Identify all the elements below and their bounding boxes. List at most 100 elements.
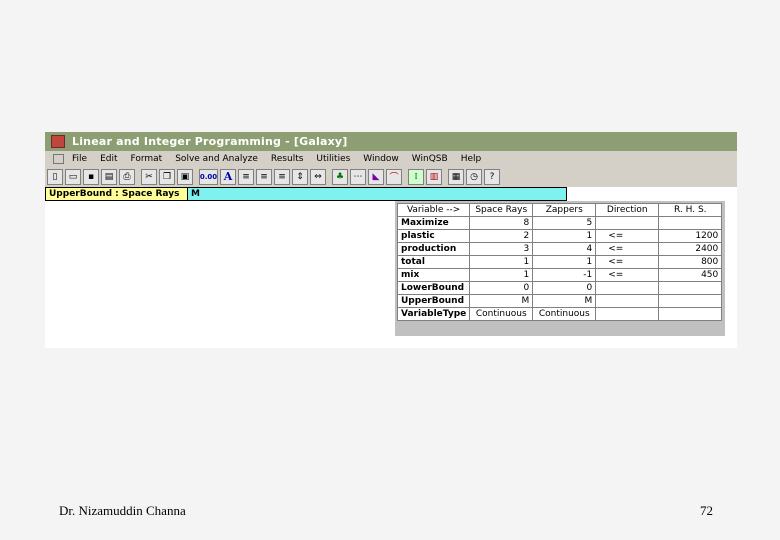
table-row: plastic 2 1 <= 1200 — [396, 229, 723, 243]
align-right-icon[interactable]: ≡ — [274, 168, 290, 185]
formula-bar: UpperBound : Space Rays M — [45, 187, 567, 201]
model-spreadsheet: Variable --> Space Rays Zappers Directio… — [395, 201, 725, 336]
cell-rhs[interactable] — [658, 216, 723, 230]
cut-icon[interactable]: ✂ — [141, 168, 157, 185]
cell-rhs[interactable] — [658, 307, 723, 321]
cell-space-rays[interactable]: 1 — [469, 255, 534, 269]
row-label: plastic — [396, 229, 471, 243]
table-row: mix 1 -1 <= 450 — [396, 268, 723, 282]
column-width-icon[interactable]: ⇔ — [310, 168, 326, 185]
table-row: VariableType Continuous Continuous — [396, 307, 723, 321]
row-height-icon[interactable]: ⇕ — [292, 168, 308, 185]
cell-direction[interactable]: <= — [595, 242, 660, 256]
row-label: VariableType — [396, 307, 471, 321]
new-file-icon[interactable]: ▯ — [47, 168, 63, 185]
cell-space-rays[interactable]: 8 — [469, 216, 534, 230]
menu-utilities[interactable]: Utilities — [316, 154, 350, 164]
menu-solve-and-analyze[interactable]: Solve and Analyze — [175, 154, 258, 164]
menu-bar: File Edit Format Solve and Analyze Resul… — [45, 151, 737, 166]
table-row: LowerBound 0 0 — [396, 281, 723, 295]
row-label: total — [396, 255, 471, 269]
table-row: production 3 4 <= 2400 — [396, 242, 723, 256]
cell-zappers[interactable]: 1 — [532, 255, 597, 269]
header-rhs: R. H. S. — [658, 203, 723, 217]
calculator-icon[interactable]: ▦ — [448, 168, 464, 185]
cell-zappers[interactable]: M — [532, 294, 597, 308]
graph-method-icon[interactable]: ◣ — [368, 168, 384, 185]
cell-direction[interactable] — [595, 294, 660, 308]
parametric-analysis-icon[interactable]: ⌒ — [386, 168, 402, 185]
cell-zappers[interactable]: 1 — [532, 229, 597, 243]
menu-winqsb[interactable]: WinQSB — [412, 154, 448, 164]
row-label: production — [396, 242, 471, 256]
cell-rhs[interactable]: 800 — [658, 255, 723, 269]
cell-direction[interactable] — [595, 281, 660, 295]
cell-space-rays[interactable]: Continuous — [469, 307, 534, 321]
help-icon[interactable]: ? — [484, 168, 500, 185]
document-icon[interactable] — [53, 153, 64, 164]
menu-help[interactable]: Help — [461, 154, 482, 164]
menu-window[interactable]: Window — [363, 154, 399, 164]
cell-direction[interactable] — [595, 216, 660, 230]
cell-zappers[interactable]: 5 — [532, 216, 597, 230]
cell-zappers[interactable]: 0 — [532, 281, 597, 295]
row-label: LowerBound — [396, 281, 471, 295]
toolbar: ▯ ▭ ▪ ▤ ⎙ ✂ ❐ ▣ 0.00 A ≡ ≡ ≡ ⇕ ⇔ ♣ ⋯ ◣ ⌒… — [45, 166, 737, 187]
table-row: total 1 1 <= 800 — [396, 255, 723, 269]
cell-direction[interactable]: <= — [595, 268, 660, 282]
row-label: UpperBound — [396, 294, 471, 308]
cell-value-input[interactable]: M — [188, 187, 567, 201]
cell-space-rays[interactable]: 2 — [469, 229, 534, 243]
paste-icon[interactable]: ▣ — [177, 168, 193, 185]
menu-results[interactable]: Results — [271, 154, 304, 164]
align-left-icon[interactable]: ≡ — [238, 168, 254, 185]
matrix-form-icon[interactable]: ⁞ — [408, 168, 424, 185]
bar-chart-icon[interactable]: ▥ — [426, 168, 442, 185]
selected-cell-space-rays[interactable]: M — [469, 294, 534, 308]
app-icon[interactable] — [51, 135, 65, 148]
menu-file[interactable]: File — [72, 154, 87, 164]
winqsb-window: Linear and Integer Programming - [Galaxy… — [45, 132, 737, 348]
number-format-button[interactable]: 0.00 — [199, 168, 218, 185]
cell-space-rays[interactable]: 3 — [469, 242, 534, 256]
align-center-icon[interactable]: ≡ — [256, 168, 272, 185]
cell-rhs[interactable]: 2400 — [658, 242, 723, 256]
cell-rhs[interactable] — [658, 281, 723, 295]
cell-zappers[interactable]: 4 — [532, 242, 597, 256]
slide-author: Dr. Nizamuddin Channa — [59, 503, 186, 518]
menu-edit[interactable]: Edit — [100, 154, 117, 164]
step-solve-icon[interactable]: ⋯ — [350, 168, 366, 185]
cell-zappers[interactable]: Continuous — [532, 307, 597, 321]
font-button[interactable]: A — [220, 168, 236, 185]
cell-rhs[interactable]: 450 — [658, 268, 723, 282]
model-grid: Variable --> Space Rays Zappers Directio… — [396, 203, 723, 321]
cell-direction[interactable]: <= — [595, 229, 660, 243]
table-row: Maximize 8 5 — [396, 216, 723, 230]
cell-zappers[interactable]: -1 — [532, 268, 597, 282]
cell-space-rays[interactable]: 0 — [469, 281, 534, 295]
print-icon[interactable]: ▤ — [101, 168, 117, 185]
row-label: Maximize — [396, 216, 471, 230]
save-icon[interactable]: ▪ — [83, 168, 99, 185]
header-variable: Variable --> — [396, 203, 471, 217]
row-label: mix — [396, 268, 471, 282]
cell-direction[interactable] — [595, 307, 660, 321]
cell-rhs[interactable]: 1200 — [658, 229, 723, 243]
header-row: Variable --> Space Rays Zappers Directio… — [396, 203, 723, 217]
slide-page-number: 72 — [700, 503, 713, 518]
cell-rhs[interactable] — [658, 294, 723, 308]
clock-icon[interactable]: ◷ — [466, 168, 482, 185]
print-font-icon[interactable]: ⎙ — [119, 168, 135, 185]
copy-icon[interactable]: ❐ — [159, 168, 175, 185]
header-space-rays: Space Rays — [469, 203, 534, 217]
header-direction: Direction — [595, 203, 660, 217]
window-title: Linear and Integer Programming - [Galaxy… — [72, 135, 348, 148]
open-file-icon[interactable]: ▭ — [65, 168, 81, 185]
menu-format[interactable]: Format — [131, 154, 163, 164]
title-bar: Linear and Integer Programming - [Galaxy… — [45, 132, 737, 151]
table-row: UpperBound M M — [396, 294, 723, 308]
cell-space-rays[interactable]: 1 — [469, 268, 534, 282]
cell-direction[interactable]: <= — [595, 255, 660, 269]
cell-reference: UpperBound : Space Rays — [45, 187, 188, 201]
solve-icon[interactable]: ♣ — [332, 168, 348, 185]
